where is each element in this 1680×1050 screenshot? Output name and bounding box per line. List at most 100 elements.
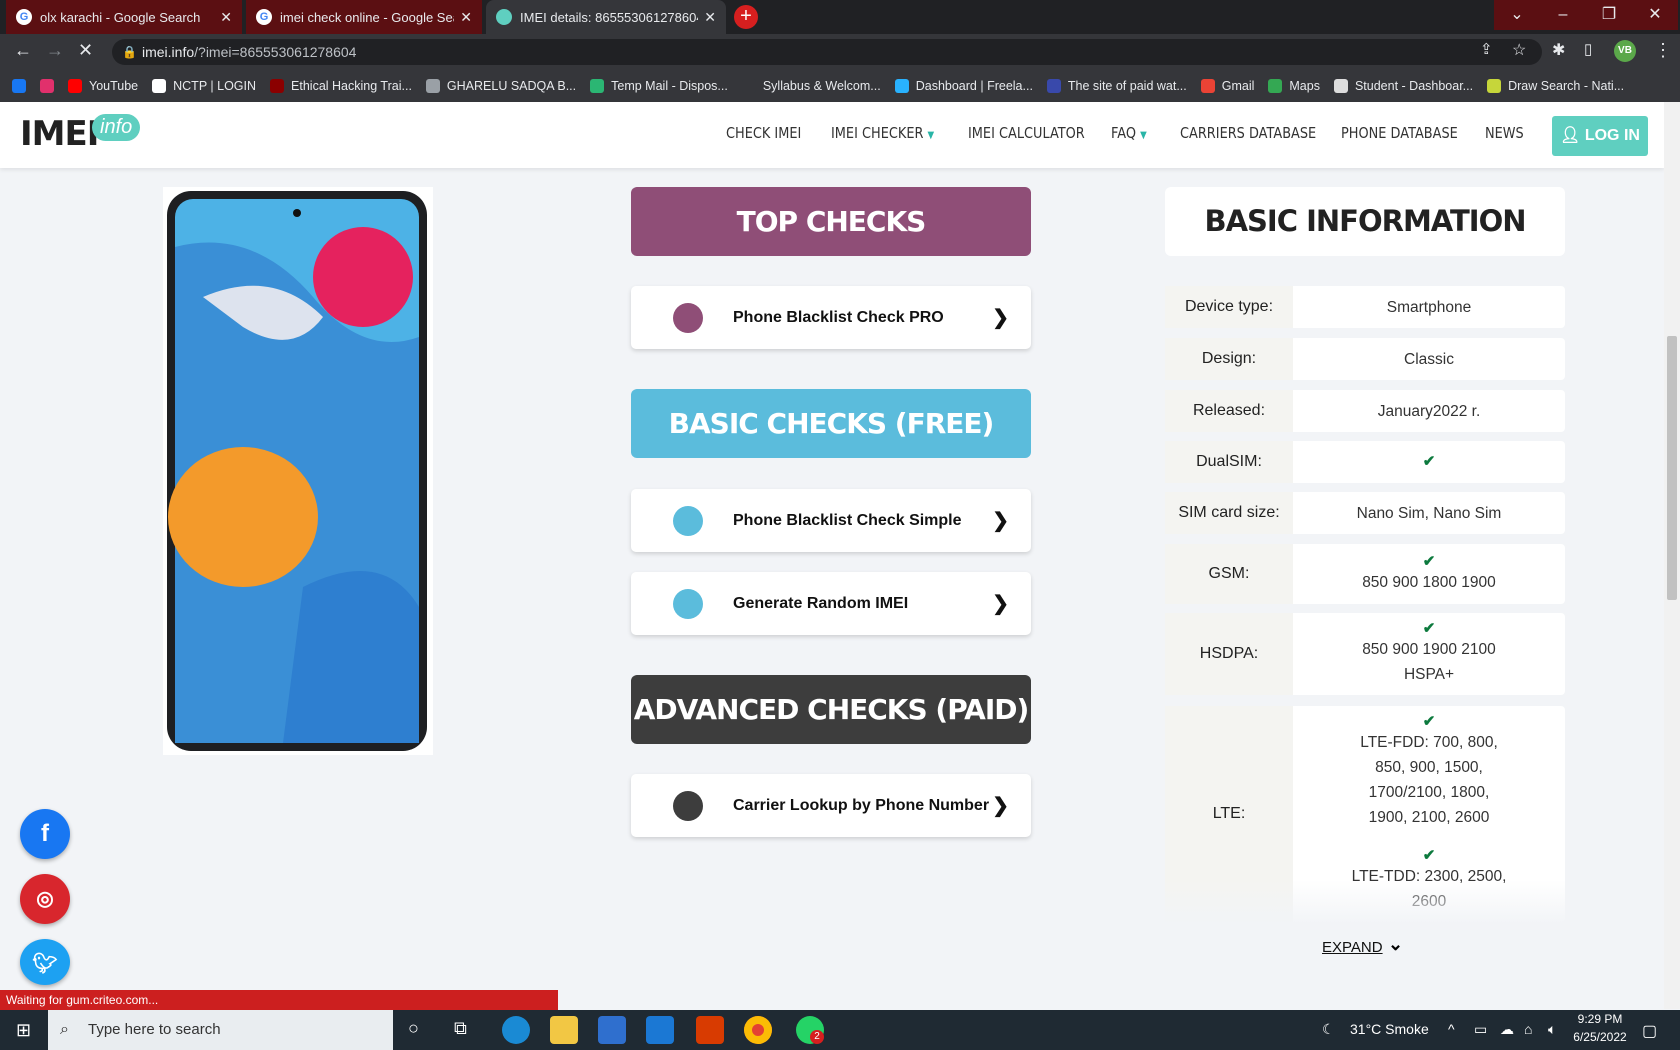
nav-imei-calculator[interactable]: IMEI CALCULATOR (968, 124, 1085, 142)
nav-imei-checker-label: IMEI CHECKER (831, 124, 924, 142)
phone-blacklist-check-simple-card[interactable]: Phone Blacklist Check Simple ❯ (631, 489, 1031, 552)
weather-text[interactable]: 31°C Smoke (1350, 1021, 1429, 1037)
close-window-icon[interactable]: ✕ (1632, 0, 1678, 30)
nav-phone-database[interactable]: PHONE DATABASE (1341, 124, 1458, 142)
scrollbar-thumb[interactable] (1667, 336, 1677, 600)
nav-faq[interactable]: FAQ ▼ (1111, 124, 1147, 142)
browser-status-bar: Waiting for gum.criteo.com... (0, 990, 558, 1010)
back-icon[interactable]: ← (14, 40, 32, 61)
taskbar-search-box[interactable]: ⌕ Type here to search (48, 1010, 393, 1050)
nav-news[interactable]: NEWS (1485, 124, 1524, 142)
bookmark-item[interactable]: Ethical Hacking Trai... (270, 79, 412, 93)
close-tab-icon[interactable]: ✕ (704, 9, 716, 26)
nav-check-imei[interactable]: CHECK IMEI (726, 124, 801, 142)
windows-start-icon[interactable]: ⊞ (16, 1020, 31, 1041)
extensions-icon[interactable]: ✱ (1552, 40, 1565, 60)
tab-imei-details[interactable]: IMEI details: 865553061278604 - ✕ (486, 0, 726, 34)
store-icon[interactable] (598, 1016, 626, 1044)
bookmark-item[interactable]: The site of paid wat... (1046, 79, 1187, 93)
card-label: Carrier Lookup by Phone Number (733, 796, 990, 814)
info-value: ✔ (1293, 441, 1565, 483)
facebook-icon (12, 79, 26, 93)
menu-kebab-icon[interactable]: ⋮ (1654, 40, 1672, 61)
tab-imei-check-online[interactable]: G imei check online - Google Searc ✕ (246, 0, 482, 34)
chevron-right-icon: ❯ (992, 795, 1009, 817)
minimize-icon[interactable]: – (1540, 0, 1586, 30)
network-icon[interactable]: ⌂ (1524, 1021, 1532, 1037)
google-icon: G (256, 9, 272, 25)
bookmark-item[interactable]: Maps (1268, 79, 1320, 93)
info-value: Classic (1404, 350, 1454, 368)
chrome-icon[interactable] (744, 1016, 772, 1044)
chevron-down-icon[interactable]: ⌄ (1388, 934, 1403, 955)
bullet-icon (673, 790, 703, 821)
maps-icon (1268, 79, 1283, 93)
nav-carriers-database[interactable]: CARRIERS DATABASE (1180, 124, 1316, 142)
cortana-icon[interactable]: ○ (408, 1018, 419, 1039)
notifications-icon[interactable]: ▢ (1642, 1021, 1657, 1041)
nav-faq-label: FAQ (1111, 124, 1136, 142)
instagram-icon (40, 79, 54, 93)
expand-fade (1165, 880, 1565, 922)
tab-search-icon[interactable]: ⌄ (1494, 0, 1540, 30)
info-value: ✔ 850 900 1900 2100 HSPA+ (1293, 613, 1565, 695)
info-key: Device type: (1165, 286, 1293, 328)
freelancer-icon (894, 79, 909, 93)
bookmark-item[interactable]: Gmail (1200, 79, 1254, 93)
bookmark-star-icon[interactable]: ☆ (1512, 40, 1526, 60)
gmail-icon (1200, 79, 1215, 93)
onedrive-icon[interactable]: ☁ (1500, 1021, 1514, 1038)
login-button[interactable]: 👤︎ LOG IN (1552, 116, 1648, 156)
close-tab-icon[interactable]: ✕ (220, 9, 232, 26)
clock-time[interactable]: 9:29 PM (1574, 1012, 1626, 1026)
task-view-icon[interactable]: ⧉ (454, 1018, 467, 1039)
facebook-share-button[interactable]: f (20, 809, 70, 859)
battery-icon[interactable]: ▭ (1474, 1021, 1487, 1038)
forward-icon[interactable]: → (46, 40, 64, 61)
youtube-icon (68, 79, 82, 93)
bookmark-item[interactable] (40, 79, 54, 93)
info-row-hsdpa: HSDPA: ✔ 850 900 1900 2100 HSPA+ (1165, 613, 1565, 695)
phone-blacklist-check-pro-card[interactable]: Phone Blacklist Check PRO ❯ (631, 286, 1031, 349)
address-bar[interactable]: 🔒 imei.info/?imei=865553061278604 (112, 39, 1542, 65)
office-icon[interactable] (696, 1016, 724, 1044)
stop-loading-icon[interactable]: ✕ (78, 40, 93, 61)
close-tab-icon[interactable]: ✕ (460, 9, 472, 26)
info-key: DualSIM: (1165, 441, 1293, 483)
carrier-lookup-card[interactable]: Carrier Lookup by Phone Number ❯ (631, 774, 1031, 837)
bookmark-item[interactable] (12, 79, 26, 93)
generate-random-imei-card[interactable]: Generate Random IMEI ❯ (631, 572, 1031, 635)
lte-fdd-line: LTE-FDD: 700, 800, (1360, 734, 1498, 751)
info-key: GSM: (1165, 544, 1293, 604)
tray-chevron-icon[interactable]: ^ (1448, 1021, 1455, 1037)
nav-imei-checker[interactable]: IMEI CHECKER ▼ (831, 124, 934, 142)
site-logo[interactable]: IMEI (20, 114, 99, 154)
twitter-share-button[interactable]: 🐦︎ (20, 939, 70, 985)
bookmark-item[interactable]: Temp Mail - Dispos... (590, 79, 728, 93)
chevron-right-icon: ❯ (992, 510, 1009, 532)
bookmark-item[interactable]: Draw Search - Nati... (1487, 79, 1624, 93)
expand-link[interactable]: EXPAND (1322, 939, 1383, 956)
clock-date[interactable]: 6/25/2022 (1570, 1030, 1630, 1044)
card-label: Phone Blacklist Check PRO (733, 308, 944, 326)
share-icon[interactable]: ⇪ (1480, 40, 1493, 58)
instagram-share-button[interactable]: ◎ (20, 874, 70, 924)
file-explorer-icon[interactable] (550, 1016, 578, 1044)
profile-avatar[interactable]: VB (1614, 40, 1636, 62)
bookmark-item[interactable]: GHARELU SADQA B... (425, 79, 576, 93)
bookmark-item[interactable]: NCTP | LOGIN (152, 79, 256, 93)
chevron-right-icon: ❯ (992, 307, 1009, 329)
bookmark-item[interactable]: Dashboard | Freela... (894, 79, 1033, 93)
checkmark-icon: ✔ (1422, 847, 1436, 864)
mail-icon[interactable] (646, 1016, 674, 1044)
tempmail-icon (590, 79, 605, 93)
maximize-icon[interactable]: ❐ (1586, 0, 1632, 30)
side-panel-icon[interactable]: ▯ (1584, 40, 1592, 58)
new-tab-button[interactable]: + (734, 5, 758, 29)
tab-olx-karachi[interactable]: G olx karachi - Google Search ✕ (6, 0, 242, 34)
edge-icon[interactable] (502, 1016, 530, 1044)
volume-icon[interactable]: 🔈︎ (1548, 1021, 1556, 1038)
bookmark-item[interactable]: Student - Dashboar... (1333, 79, 1473, 93)
bookmark-item[interactable]: Syllabus & Welcom... (741, 79, 881, 93)
bookmark-item[interactable]: YouTube (68, 79, 138, 93)
